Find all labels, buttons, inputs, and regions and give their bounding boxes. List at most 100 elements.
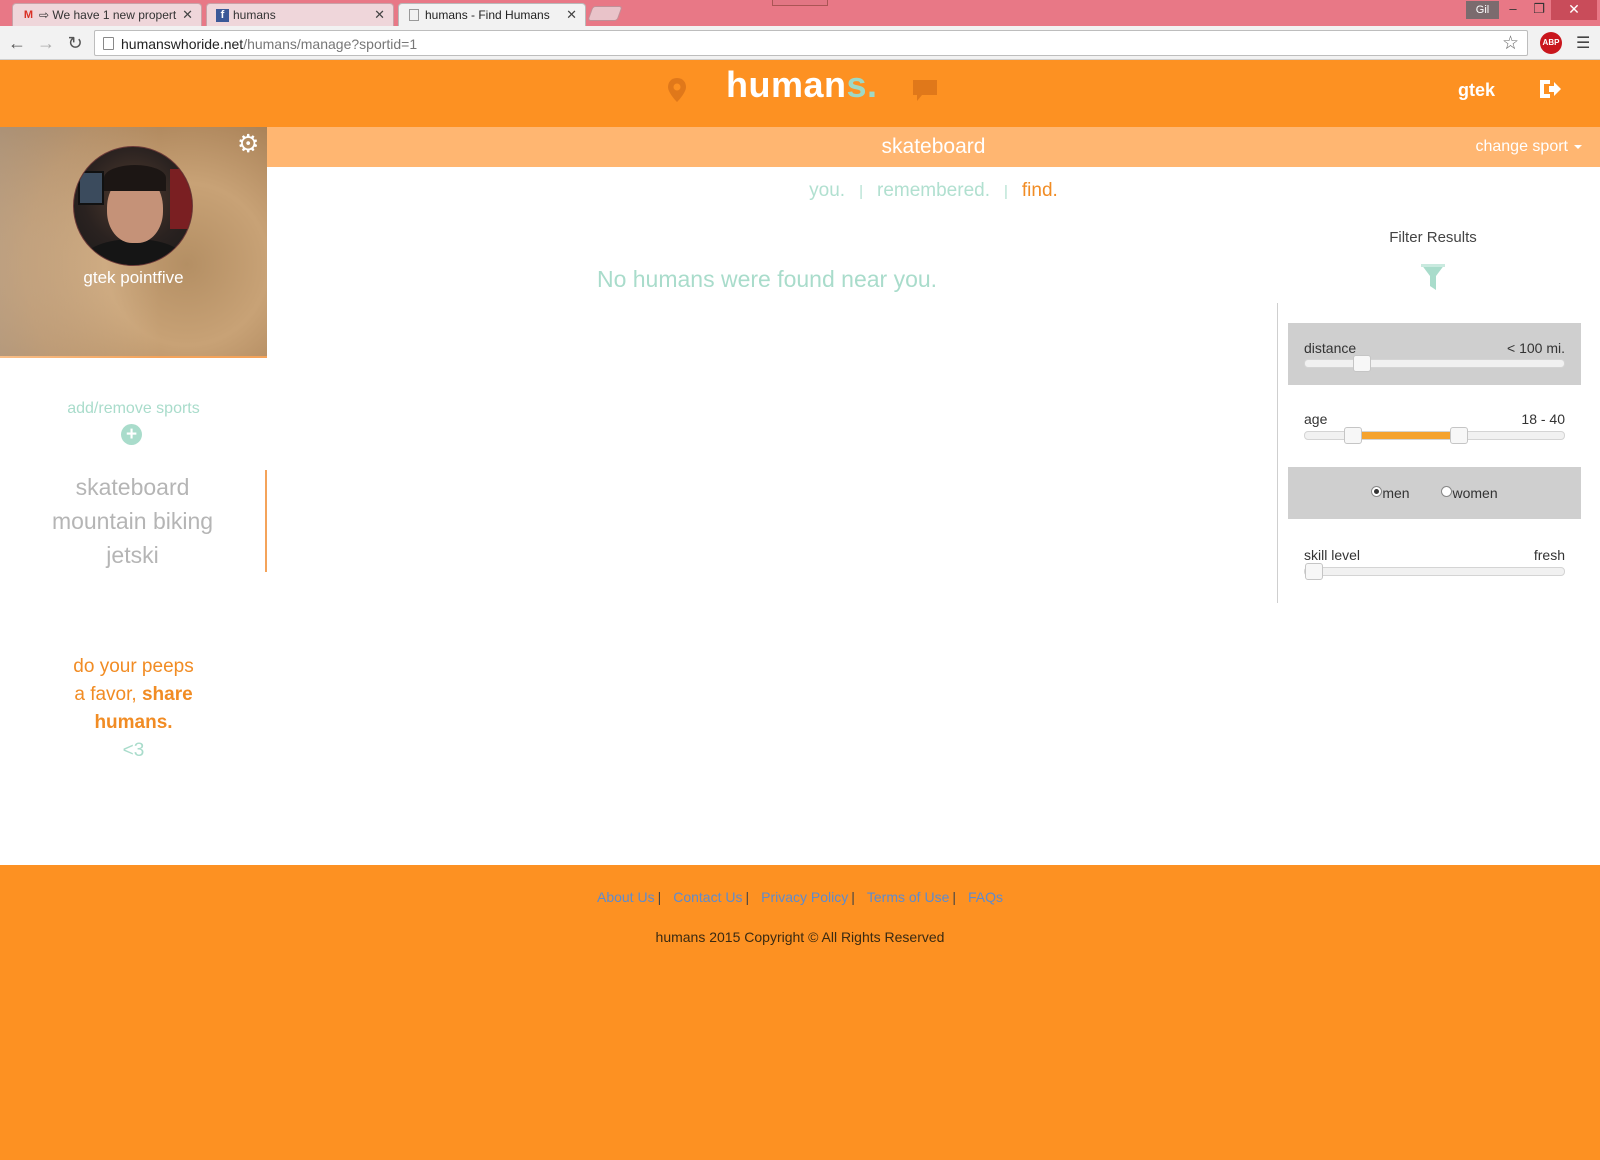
age-slider-min-handle[interactable] bbox=[1343, 427, 1362, 444]
back-arrow-icon[interactable]: ← bbox=[5, 31, 29, 55]
footer-separator: | bbox=[952, 889, 956, 905]
close-tab-icon[interactable]: ✕ bbox=[374, 7, 385, 23]
skill-label: skill level bbox=[1304, 547, 1361, 563]
footer-link-contact[interactable]: Contact Us bbox=[673, 889, 742, 905]
chat-icon[interactable] bbox=[912, 79, 938, 108]
forward-arrow-icon[interactable]: → bbox=[34, 31, 58, 55]
sport-item-skateboard[interactable]: skateboard bbox=[0, 470, 265, 504]
minimize-icon[interactable]: – bbox=[1500, 0, 1526, 20]
logo-accent: s. bbox=[846, 64, 878, 105]
restore-icon[interactable]: ❐ bbox=[1526, 0, 1552, 20]
sport-item-jetski[interactable]: jetski bbox=[0, 538, 265, 572]
tab-remembered[interactable]: remembered. bbox=[877, 180, 990, 201]
filter-divider bbox=[1277, 303, 1278, 603]
gear-icon[interactable]: ⚙ bbox=[237, 132, 259, 157]
footer-link-faqs[interactable]: FAQs bbox=[968, 889, 1003, 905]
skill-slider[interactable] bbox=[1304, 563, 1565, 580]
adblock-icon[interactable]: ABP bbox=[1540, 32, 1562, 54]
distance-filter: distance < 100 mi. bbox=[1288, 323, 1581, 385]
current-sport-title: skateboard bbox=[881, 135, 986, 158]
tab-title: humans bbox=[233, 8, 276, 22]
sport-item-mountain-biking[interactable]: mountain biking bbox=[0, 504, 265, 538]
header-username[interactable]: gtek bbox=[1458, 80, 1495, 101]
age-slider[interactable] bbox=[1304, 427, 1565, 444]
close-tab-icon[interactable]: ✕ bbox=[566, 7, 577, 23]
plus-circle-icon[interactable]: + bbox=[121, 424, 142, 445]
skill-filter: skill level fresh bbox=[1288, 531, 1581, 591]
browser-toolbar: ← → ↻ humanswhoride.net/humans/manage?sp… bbox=[0, 26, 1600, 60]
new-tab-button[interactable] bbox=[587, 6, 623, 21]
location-pin-icon[interactable] bbox=[666, 77, 688, 108]
footer-separator: | bbox=[851, 889, 855, 905]
browser-titlebar: M ⇨ We have 1 new propert ✕ f humans ✕ h… bbox=[0, 0, 1600, 26]
share-link-humans[interactable]: humans. bbox=[94, 712, 172, 733]
tab-you[interactable]: you. bbox=[809, 180, 845, 201]
distance-label: distance bbox=[1304, 340, 1357, 356]
distance-value: < 100 mi. bbox=[1507, 340, 1565, 356]
site-header: humans. gtek bbox=[0, 60, 1600, 127]
footer-separator: | bbox=[657, 889, 662, 905]
change-sport-dropdown[interactable]: change sport bbox=[1475, 138, 1582, 156]
gender-option-men[interactable]: men bbox=[1371, 485, 1410, 501]
subnav-tabs: you. | remembered. | find. bbox=[267, 180, 1600, 202]
address-bar[interactable]: humanswhoride.net/humans/manage?sportid=… bbox=[94, 30, 1528, 56]
radio-men[interactable] bbox=[1371, 486, 1383, 497]
gender-filter: men women bbox=[1288, 467, 1581, 519]
distance-slider[interactable] bbox=[1304, 355, 1565, 372]
sport-list: skateboard mountain biking jetski bbox=[0, 470, 267, 572]
gender-option-women[interactable]: women bbox=[1441, 485, 1498, 501]
reload-icon[interactable]: ↻ bbox=[63, 31, 87, 55]
browser-tab-facebook[interactable]: f humans ✕ bbox=[206, 3, 394, 26]
share-line-1: do your peeps bbox=[73, 656, 194, 677]
skill-slider-handle[interactable] bbox=[1305, 563, 1323, 580]
close-window-icon[interactable]: ✕ bbox=[1551, 0, 1597, 20]
tab-find[interactable]: find. bbox=[1022, 180, 1058, 201]
age-filter: age 18 - 40 bbox=[1288, 395, 1581, 455]
age-value: 18 - 40 bbox=[1521, 411, 1565, 427]
window-notch bbox=[772, 0, 828, 6]
menu-icon[interactable]: ☰ bbox=[1576, 33, 1590, 53]
tab-separator: | bbox=[1004, 183, 1008, 200]
sport-bar: skateboard change sport bbox=[267, 127, 1600, 167]
profile-card: ⚙ gtek pointfive bbox=[0, 127, 267, 358]
footer-link-terms[interactable]: Terms of Use bbox=[867, 889, 949, 905]
share-line-3[interactable]: humans. bbox=[0, 709, 267, 737]
filter-title: Filter Results bbox=[1389, 229, 1477, 246]
add-remove-sports-link[interactable]: add/remove sports bbox=[0, 400, 267, 418]
gender-options: men women bbox=[1288, 485, 1581, 501]
url-text: humanswhoride.net/humans/manage?sportid=… bbox=[121, 36, 417, 52]
tab-title: humans - Find Humans bbox=[425, 8, 550, 22]
footer-link-about[interactable]: About Us bbox=[597, 889, 655, 905]
profile-name: gtek pointfive bbox=[83, 268, 184, 287]
avatar-photo-detail bbox=[78, 171, 104, 205]
browser-tab-gmail[interactable]: M ⇨ We have 1 new propert ✕ bbox=[12, 3, 202, 26]
avatar-photo-detail bbox=[170, 169, 192, 229]
url-host: humanswhoride.net bbox=[121, 36, 244, 52]
share-promo: do your peeps a favor, share humans. <3 bbox=[0, 653, 267, 765]
empty-results-message: No humans were found near you. bbox=[596, 266, 938, 292]
age-slider-max-handle[interactable] bbox=[1449, 427, 1468, 444]
bookmark-star-icon[interactable]: ☆ bbox=[1502, 32, 1519, 55]
profile-badge[interactable]: Gil bbox=[1466, 1, 1499, 19]
logout-icon[interactable] bbox=[1538, 78, 1562, 105]
close-tab-icon[interactable]: ✕ bbox=[182, 7, 193, 23]
radio-women[interactable] bbox=[1441, 486, 1453, 497]
avatar[interactable] bbox=[73, 146, 193, 266]
avatar-photo-detail bbox=[84, 239, 184, 265]
share-heart: <3 bbox=[122, 740, 145, 761]
footer-link-privacy[interactable]: Privacy Policy bbox=[761, 889, 848, 905]
funnel-icon[interactable] bbox=[1420, 262, 1446, 297]
distance-slider-handle[interactable] bbox=[1353, 355, 1372, 372]
browser-tab-active[interactable]: humans - Find Humans ✕ bbox=[398, 3, 586, 26]
chevron-down-icon bbox=[1574, 144, 1582, 149]
share-link[interactable]: share bbox=[142, 684, 193, 705]
tab-title: ⇨ We have 1 new propert bbox=[39, 8, 177, 22]
gender-label-men: men bbox=[1382, 485, 1410, 501]
age-range-fill bbox=[1352, 432, 1459, 439]
footer-links: About Us | Contact Us | Privacy Policy | Terms… bbox=[0, 889, 1600, 905]
gender-label-women: women bbox=[1452, 485, 1498, 501]
share-line-2: a favor, share bbox=[0, 681, 267, 709]
facebook-icon: f bbox=[216, 9, 229, 22]
footer-separator: | bbox=[745, 889, 750, 905]
site-logo[interactable]: humans. bbox=[726, 64, 878, 106]
